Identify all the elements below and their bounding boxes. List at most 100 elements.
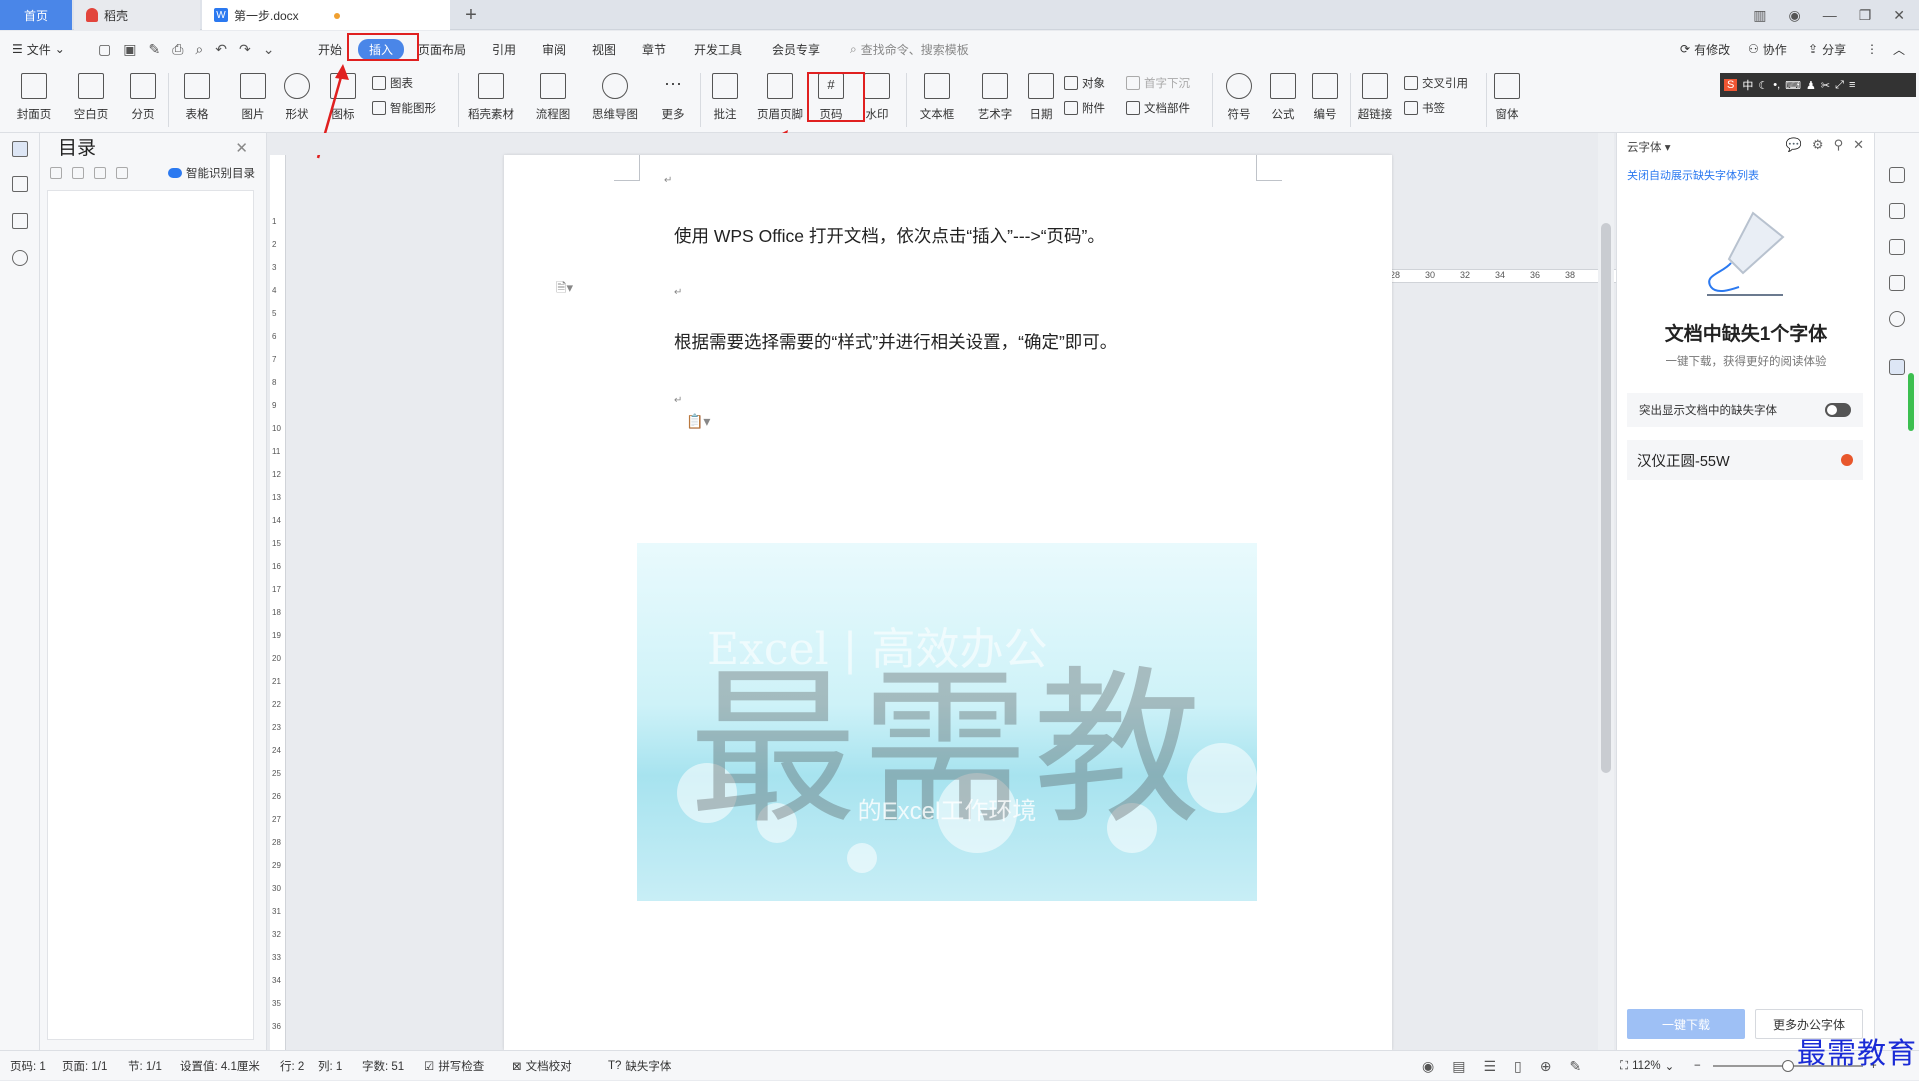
ruler-tick: 28 [272, 838, 281, 847]
ruler-tick: 4 [272, 286, 277, 295]
cursor-icon[interactable] [1889, 239, 1905, 255]
expand-all-icon[interactable] [50, 167, 62, 179]
download-all-button[interactable]: 一键下载 [1627, 1009, 1745, 1039]
pen-icon[interactable] [1889, 203, 1905, 219]
ruler-tick: 3 [272, 263, 277, 272]
ruler-tick: 30 [1425, 270, 1436, 280]
pen-stroke-icon [1708, 262, 1740, 293]
proofread-icon: ⊠ [512, 1061, 522, 1073]
remove-heading-icon[interactable] [116, 167, 128, 179]
ruler-tick: 26 [272, 792, 281, 801]
font-icon[interactable] [1889, 359, 1905, 375]
missing-font-item[interactable]: 汉仪正圆-55W [1627, 440, 1863, 480]
eye-icon[interactable]: ◉ [1422, 1058, 1434, 1075]
page-view-icon[interactable]: ▤ [1452, 1058, 1465, 1075]
chapter-nav-icon[interactable] [12, 176, 28, 192]
ruler-tick: 1 [272, 217, 277, 226]
margin-corner [614, 155, 640, 181]
zoom-out-icon[interactable]: − [1694, 1051, 1701, 1081]
paste-options-icon[interactable]: 🗎▾ [556, 279, 573, 301]
chat-icon[interactable]: 💬 [1786, 137, 1802, 153]
chevron-down-icon: ⌄ [1664, 1061, 1675, 1073]
ruler-tick: 16 [272, 562, 281, 571]
status-words[interactable]: 字数: 51 [362, 1051, 404, 1081]
web-view-icon[interactable]: ⊕ [1540, 1058, 1552, 1075]
status-pages[interactable]: 页面: 1/1 [62, 1051, 107, 1081]
proofread-label: 文档校对 [525, 1061, 572, 1073]
pen-nib-icon [1727, 211, 1785, 275]
ruler-tick: 32 [272, 930, 281, 939]
toc-list[interactable] [47, 190, 254, 1040]
status-col: 列: 1 [318, 1061, 343, 1073]
zoom-slider-handle[interactable] [1782, 1060, 1794, 1072]
paragraph-1[interactable]: 使用 WPS Office 打开文档，依次点击“插入”--->“页码”。 [674, 223, 1105, 248]
right-toolstrip [1874, 133, 1919, 1050]
pen-illustration-icon [1707, 211, 1785, 296]
scroll-thumb[interactable] [1601, 223, 1611, 773]
ruler-tick: 12 [272, 470, 281, 479]
missing-font-icon: T? [608, 1060, 622, 1072]
banner-image[interactable]: Excel | 高效办公 最需教育 的Excel工作环境 [637, 543, 1257, 901]
reading-view-icon[interactable]: ▯ [1514, 1058, 1522, 1075]
ruler-tick: 33 [272, 953, 281, 962]
cloud-font-header: 云字体 [1627, 142, 1662, 154]
ruler-tick: 35 [272, 999, 281, 1008]
cloud-font-dropdown[interactable]: 云字体 ▾ [1627, 139, 1670, 155]
status-section[interactable]: 节: 1/1 [128, 1051, 162, 1081]
ruler-tick: 36 [1530, 270, 1541, 280]
gear-icon[interactable]: ⚙ [1812, 137, 1824, 153]
ruler-tick: 31 [272, 907, 281, 916]
bookmark-nav-icon[interactable] [12, 213, 28, 229]
clipboard-icon[interactable]: 📋▾ [686, 413, 710, 430]
smart-toc-label: 智能识别目录 [186, 168, 255, 180]
collapse-all-icon[interactable] [72, 167, 84, 179]
pin-icon[interactable]: ⚲ [1834, 137, 1844, 153]
download-badge-icon[interactable] [1841, 454, 1853, 466]
highlight-missing-label: 突出显示文档中的缺失字体 [1639, 405, 1777, 417]
ruler-tick: 19 [272, 631, 281, 640]
ruler-tick: 7 [272, 355, 277, 364]
document-page[interactable]: ↵ 使用 WPS Office 打开文档，依次点击“插入”--->“页码”。 🗎… [504, 155, 1392, 1050]
zoom-level: 112% [1632, 1060, 1661, 1072]
paragraph-2[interactable]: 根据需要选择需要的“样式”并进行相关设置，“确定”即可。 [674, 329, 1117, 354]
watermark-text: 最需教育 [689, 651, 1205, 901]
spell-check-button[interactable]: ☑ 拼写检查 [424, 1051, 484, 1081]
close-icon[interactable]: ✕ [1853, 137, 1864, 153]
spell-check-label: 拼写检查 [438, 1061, 485, 1073]
banner-subtitle: 的Excel工作环境 [857, 798, 1037, 825]
panel-tools: 💬 ⚙ ⚲ ✕ [1786, 137, 1864, 153]
outline-view-icon[interactable] [12, 141, 28, 157]
ruler-tick: 9 [272, 401, 277, 410]
assistant-icon[interactable] [1889, 167, 1905, 183]
close-auto-show-link[interactable]: 关闭自动展示缺失字体列表 [1627, 167, 1759, 183]
ruler-tick: 10 [272, 424, 281, 433]
help-icon[interactable] [1889, 311, 1905, 327]
status-row: 行: 2 [280, 1061, 305, 1073]
smart-icon [168, 168, 182, 178]
close-icon[interactable]: ✕ [235, 139, 248, 157]
ruler-tick: 11 [272, 447, 281, 456]
add-heading-icon[interactable] [94, 167, 106, 179]
ruler-tick: 32 [1460, 270, 1471, 280]
ruler-tick: 5 [272, 309, 277, 318]
missing-font-title: 文档中缺失1个字体 [1664, 324, 1828, 345]
vertical-scrollbar[interactable] [1598, 133, 1614, 1050]
zoom-control[interactable]: ⛶ 112% ⌄ [1620, 1051, 1674, 1081]
smart-toc-button[interactable]: 智能识别目录 [168, 165, 255, 181]
missing-font-button[interactable]: T? 缺失字体 [608, 1051, 671, 1081]
proofread-button[interactable]: ⊠ 文档校对 [512, 1051, 572, 1081]
find-icon[interactable] [12, 250, 28, 266]
paragraph-mark: ↵ [674, 287, 683, 298]
sliders-icon[interactable] [1889, 275, 1905, 291]
ruler-tick: 34 [272, 976, 281, 985]
fit-icon: ⛶ [1620, 1059, 1629, 1072]
vertical-ruler[interactable]: 1 2 3 4 5 6 7 8 9 10 11 12 13 14 15 16 1… [270, 155, 286, 1050]
status-page[interactable]: 页码: 1 [10, 1051, 46, 1081]
ruler-tick: 22 [272, 700, 281, 709]
horizontal-ruler: 6 4 2 2 4 6 8 10 12 14 16 18 20 22 24 26… [267, 133, 1647, 283]
pen-mode-icon[interactable]: ✎ [1569, 1058, 1581, 1075]
highlight-missing-toggle[interactable] [1825, 403, 1851, 417]
status-setting[interactable]: 设置值: 4.1厘米 [180, 1051, 260, 1081]
outline-view-icon[interactable]: ☰ [1483, 1058, 1496, 1075]
ruler-tick: 36 [272, 1022, 281, 1031]
